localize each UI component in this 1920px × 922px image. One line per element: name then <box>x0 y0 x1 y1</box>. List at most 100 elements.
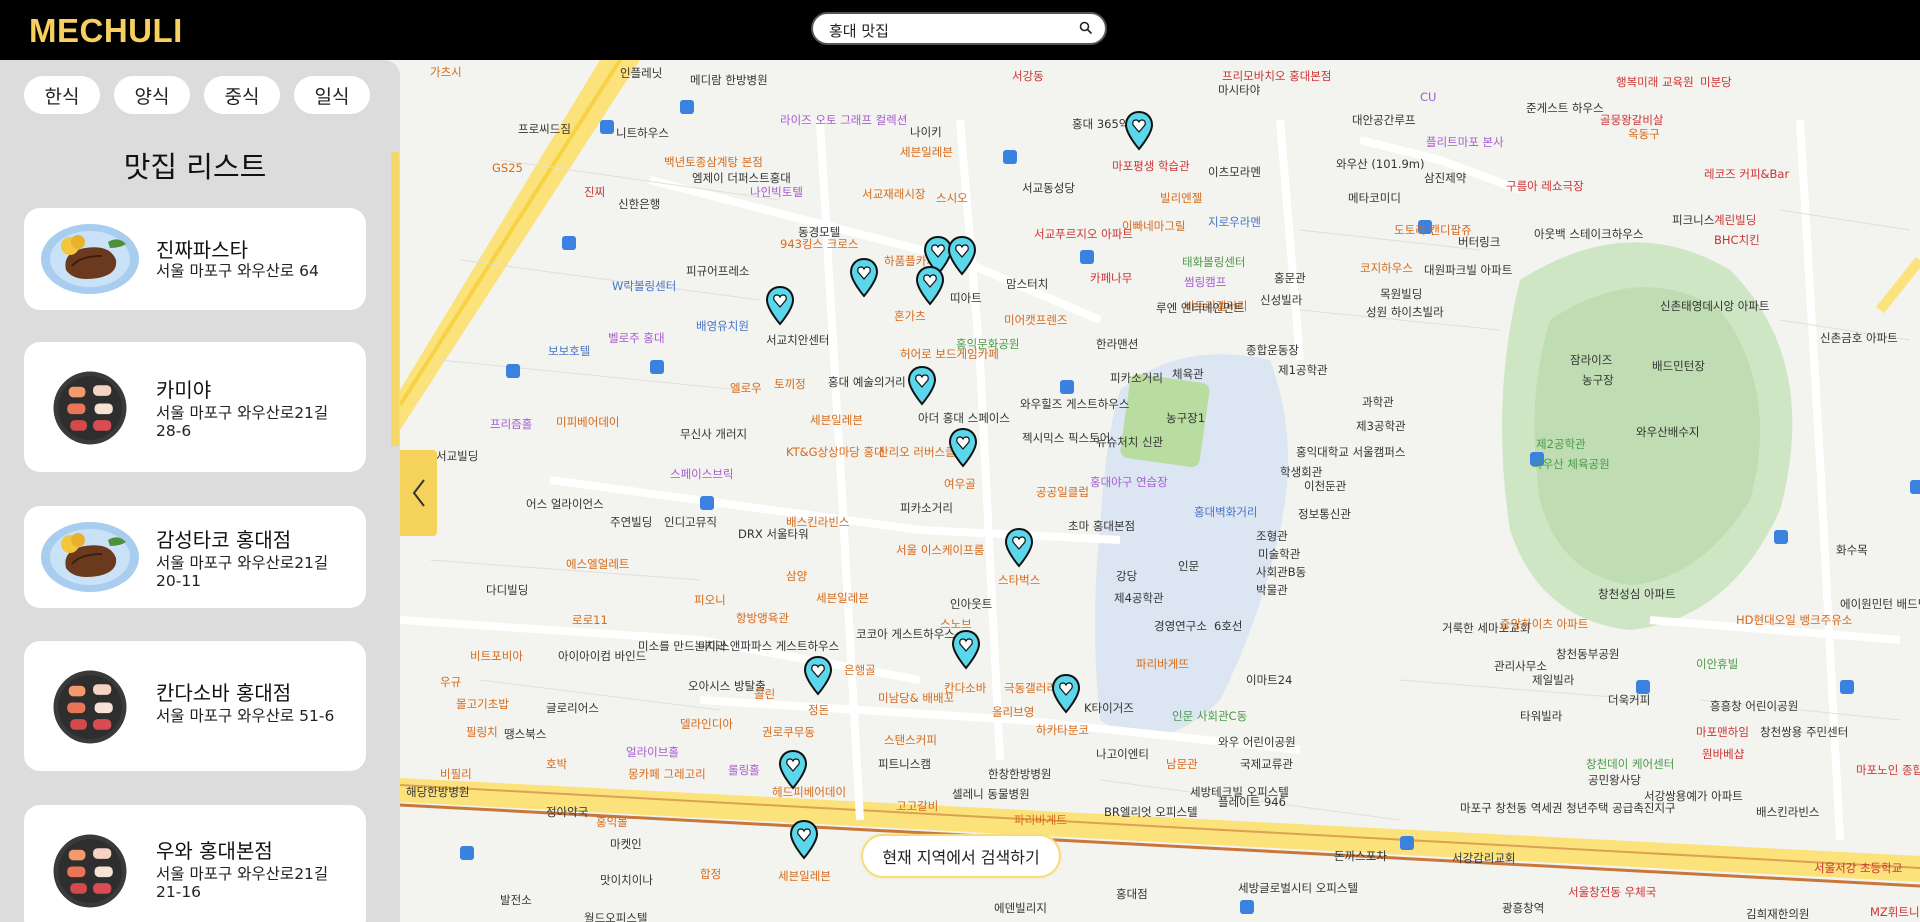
map-label: 플레이트 946 <box>1218 795 1286 809</box>
map-label: 무신사 개러지 <box>680 427 748 441</box>
map-label: 체육관 <box>1172 367 1204 381</box>
bus-stop-icon[interactable] <box>650 360 664 374</box>
map-label: 943킹스 크로스 <box>780 237 859 251</box>
restaurant-marker-icon[interactable] <box>779 750 807 790</box>
map-label: 사회관B동 <box>1256 565 1307 579</box>
map-label: 배영유치원 <box>696 319 749 333</box>
restaurant-marker-icon[interactable] <box>1125 111 1153 151</box>
list-title: 맛집 리스트 <box>123 150 267 184</box>
map-label: HD현대오일 뱅크주유소 <box>1736 613 1853 627</box>
map-label: 피크니스 <box>1672 213 1715 227</box>
restaurant-card[interactable]: 칸다소바 홍대점 서울 마포구 와우산로 51-6 <box>24 641 366 771</box>
bus-stop-icon[interactable] <box>562 236 576 250</box>
sushi-plate-image <box>53 670 127 744</box>
bus-stop-icon[interactable] <box>700 496 714 510</box>
map-label: 이마트24 <box>1246 673 1293 687</box>
restaurant-marker-icon[interactable] <box>790 820 818 860</box>
search-icon[interactable] <box>1079 21 1093 35</box>
map-label: 미피베어데이 <box>556 415 620 429</box>
restaurant-marker-icon[interactable] <box>908 366 936 406</box>
restaurant-name: 감성타코 홍대점 <box>156 528 292 552</box>
map-label: 미남당& 배배꼬 <box>878 691 955 705</box>
map-label: 다디빌딩 <box>486 583 529 597</box>
bus-stop-icon[interactable] <box>1240 900 1254 914</box>
map-label: 신촌금호 아파트 <box>1820 331 1898 345</box>
bus-stop-icon[interactable] <box>506 364 520 378</box>
map-label: 행복미래 교육원 <box>1616 75 1694 89</box>
map-label: 호박 <box>546 757 568 771</box>
map-label: 와우산 (101.9m) <box>1336 157 1425 171</box>
bus-stop-icon[interactable] <box>1840 680 1854 694</box>
restaurant-name: 진짜파스타 <box>156 238 248 262</box>
restaurant-marker-icon[interactable] <box>804 656 832 696</box>
restaurant-marker-icon[interactable] <box>1052 674 1080 714</box>
list-scrollbar[interactable] <box>391 152 399 446</box>
map-label: 스탠스커피 <box>884 733 937 747</box>
map-label: 제3공학관 <box>1356 419 1406 433</box>
restaurant-card[interactable]: 감성타코 홍대점 서울 마포구 와우산로21길 20-11 <box>24 506 366 608</box>
top-bar: MECHULI <box>0 0 1920 60</box>
map-label: 빌리엔젤 <box>1160 191 1203 205</box>
map-label: 서울 이스케이프룸 <box>896 543 985 557</box>
map-label: 와우힐즈 게스트하우스 <box>1020 397 1130 411</box>
map-label: 백년토종삼계탕 본점 <box>664 155 763 169</box>
search-bar[interactable] <box>811 12 1107 45</box>
map-label: 홍익대학교 서울캠퍼스 <box>1296 445 1406 459</box>
map-label: 경영연구소 <box>1154 619 1207 633</box>
bus-stop-icon[interactable] <box>1060 380 1074 394</box>
steak-plate-image <box>41 224 139 294</box>
map-label: 삼진제약 <box>1424 171 1467 185</box>
map-label: 스시오 <box>936 191 968 205</box>
map-label: 제4공학관 <box>1114 591 1164 605</box>
restaurant-marker-icon[interactable] <box>948 236 976 276</box>
bus-stop-icon[interactable] <box>1774 530 1788 544</box>
restaurant-card[interactable]: 카미야 서울 마포구 와우산로21길 28-6 <box>24 342 366 472</box>
category-chinese-button[interactable]: 중식 <box>204 76 280 114</box>
map-label: 피오니 <box>694 593 726 607</box>
bus-stop-icon[interactable] <box>1080 250 1094 264</box>
map-label: 하카타분코 <box>1036 723 1089 737</box>
map-label: K타이거즈 <box>1084 701 1134 715</box>
restaurant-sidebar: 한식 양식 중식 일식 맛집 리스트 진짜파스타 서울 마포구 와우산로 64 <box>0 60 400 922</box>
bus-stop-icon[interactable] <box>1400 836 1414 850</box>
category-japanese-button[interactable]: 일식 <box>294 76 370 114</box>
restaurant-card[interactable]: 우와 홍대본점 서울 마포구 와우산로21길 21-16 <box>24 805 366 922</box>
bus-stop-icon[interactable] <box>680 100 694 114</box>
category-korean-button[interactable]: 한식 <box>24 76 100 114</box>
map-label: 서울서강 초등학교 <box>1814 861 1903 875</box>
map-label: 정돈 <box>808 703 830 717</box>
map-label: 신촌태영데시앙 아파트 <box>1660 299 1770 313</box>
restaurant-marker-icon[interactable] <box>916 266 944 306</box>
map-label: 초마 홍대본점 <box>1068 519 1136 533</box>
map-label: 토끼정 <box>774 377 806 391</box>
category-western-button[interactable]: 양식 <box>114 76 190 114</box>
map-label: 공민왕사당 <box>1588 773 1641 787</box>
map-label: 메디람 한방병원 <box>690 73 768 87</box>
category-filter: 한식 양식 중식 일식 <box>24 76 370 114</box>
restaurant-marker-icon[interactable] <box>952 630 980 670</box>
bus-stop-icon[interactable] <box>460 846 474 860</box>
bus-stop-icon[interactable] <box>600 120 614 134</box>
map-label: 마포평생 학습관 <box>1112 159 1190 173</box>
map-label: KT&G상상마당 홍대 <box>786 445 885 459</box>
restaurant-marker-icon[interactable] <box>1005 528 1033 568</box>
restaurant-marker-icon[interactable] <box>949 428 977 468</box>
restaurant-marker-icon[interactable] <box>766 286 794 326</box>
map-label: 필링치 <box>466 725 498 739</box>
map-label: 홍대벽화거리 <box>1194 505 1258 519</box>
restaurant-marker-icon[interactable] <box>850 258 878 298</box>
map-label: 주연빌딩 <box>610 515 653 529</box>
map-label: 잠라이즈 <box>1570 353 1613 367</box>
app-logo[interactable]: MECHULI <box>29 12 183 50</box>
map-view[interactable]: 가츠시 인플레닛 메디람 한방병원 프로씨드짐 니트하우스 라이즈 오토 그래프… <box>400 60 1920 922</box>
restaurant-card[interactable]: 진짜파스타 서울 마포구 와우산로 64 <box>24 208 366 310</box>
map-label: 박물관 <box>1256 583 1288 597</box>
map-label: 마포맨하임 <box>1696 725 1749 739</box>
search-input[interactable] <box>827 18 1071 42</box>
map-label: 맛이치이나 <box>600 873 653 887</box>
bus-stop-icon[interactable] <box>1910 480 1920 494</box>
sidebar-collapse-button[interactable] <box>400 450 437 536</box>
search-this-area-button[interactable]: 현재 지역에서 검색하기 <box>863 836 1059 876</box>
map-label: 마켓인 <box>610 837 642 851</box>
bus-stop-icon[interactable] <box>1003 150 1017 164</box>
